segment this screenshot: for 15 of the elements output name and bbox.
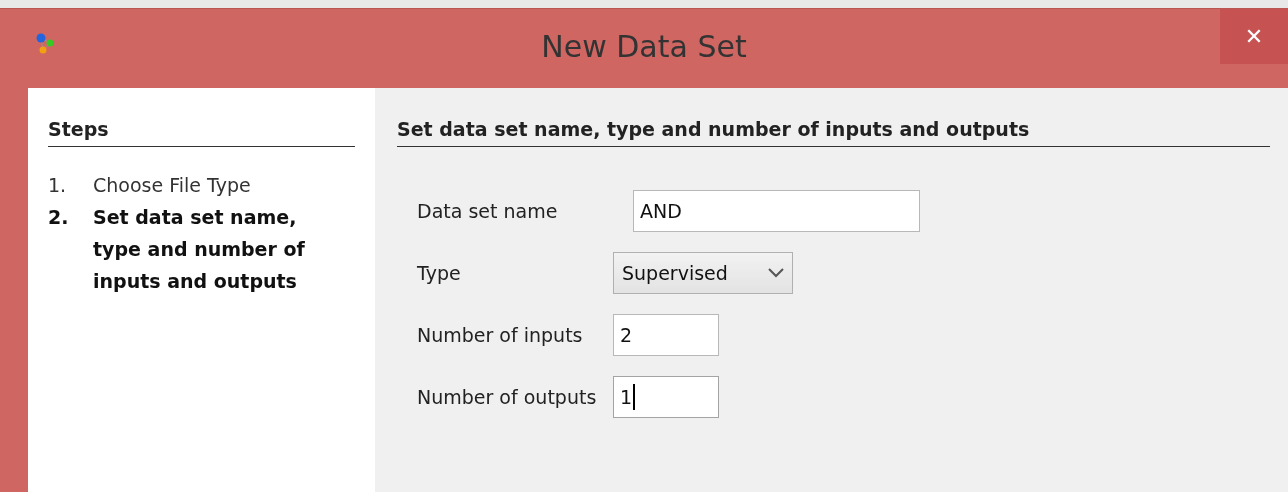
window-title: New Data Set [541, 29, 747, 64]
step-item: 1. Choose File Type [48, 173, 252, 198]
field-label: Number of outputs [417, 386, 598, 408]
input-field[interactable]: AND [633, 190, 920, 232]
chevron-down-icon [768, 268, 784, 278]
type-dropdown[interactable]: Supervised [613, 252, 793, 294]
step-item: 2. Set data set name, type and number of inputs and outputs [48, 205, 306, 294]
field-label: Type [417, 262, 462, 284]
field-label: Data set name [417, 200, 559, 222]
close-button[interactable]: ✕ [1220, 9, 1288, 64]
input-field[interactable]: 1 [613, 376, 719, 418]
input-field[interactable]: 2 [613, 314, 719, 356]
steps-heading: Steps [48, 118, 355, 147]
field-label: Number of inputs [417, 324, 584, 346]
form-heading: Set data set name, type and number of inputs and outputs [397, 118, 1270, 147]
